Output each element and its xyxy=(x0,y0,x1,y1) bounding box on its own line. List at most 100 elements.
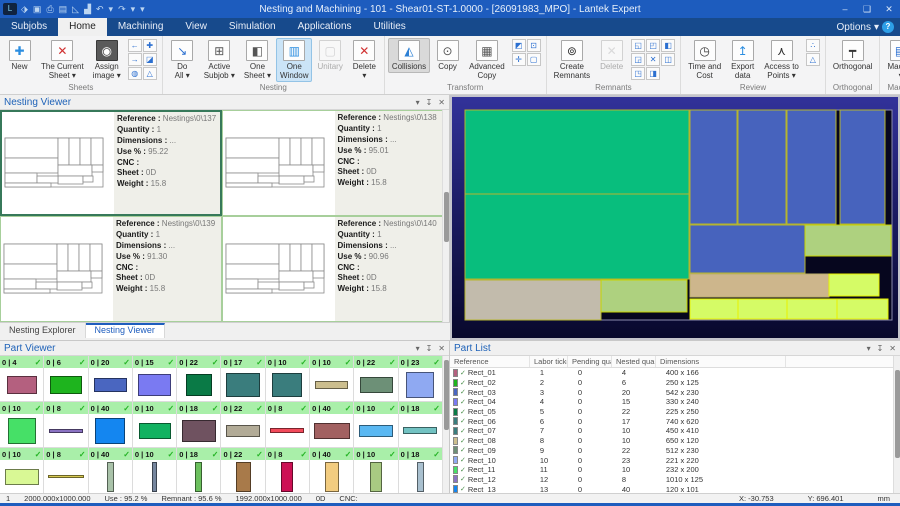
remnant-e-icon[interactable]: ✕ xyxy=(646,53,660,66)
save-icon[interactable]: ▣ xyxy=(33,4,42,15)
export-doc-icon[interactable]: ▤ xyxy=(59,4,68,15)
part-list-row[interactable]: ✓Rect_02206250 x 125 xyxy=(450,378,893,388)
part-list-row[interactable]: ✓Rect_088010650 x 120 xyxy=(450,436,893,446)
panel-menu-icon[interactable]: ▾ xyxy=(416,344,420,353)
options-menu[interactable]: Options xyxy=(837,22,871,33)
part-tile[interactable]: 0 | 40✓ xyxy=(89,402,133,448)
menu-tab-applications[interactable]: Applications xyxy=(287,18,363,36)
add-sheet-icon[interactable]: ✚ xyxy=(143,39,157,52)
column-header-spacer[interactable] xyxy=(786,356,893,367)
menu-tab-machining[interactable]: Machining xyxy=(107,18,175,36)
part-tile[interactable]: 0 | 10✓ xyxy=(0,402,44,448)
panel-menu-icon[interactable]: ▾ xyxy=(416,98,420,107)
pin-icon[interactable]: ↧ xyxy=(426,98,433,107)
part-list-row[interactable]: ✓Rect_066017740 x 620 xyxy=(450,416,893,426)
close-icon[interactable]: ✕ xyxy=(438,98,445,107)
tab-nesting-explorer[interactable]: Nesting Explorer xyxy=(0,323,86,338)
undo-icon[interactable]: ↶ xyxy=(96,4,104,15)
part-list-row[interactable]: ✓Rect_01104400 x 166 xyxy=(450,368,893,378)
move-icon[interactable]: ✛ xyxy=(512,53,526,66)
part-tile[interactable]: 0 | 10✓ xyxy=(0,448,44,494)
nested-part[interactable] xyxy=(787,299,837,319)
nested-part[interactable] xyxy=(465,280,601,320)
points-dots-icon[interactable]: ∴ xyxy=(806,39,820,52)
part-list-row[interactable]: ✓Rect_044015330 x 240 xyxy=(450,397,893,407)
orthogonal-button[interactable]: ┯Orthogonal xyxy=(829,38,877,73)
part-tile[interactable]: 0 | 10✓ xyxy=(354,448,398,494)
part-tile[interactable]: 0 | 40✓ xyxy=(310,448,354,494)
nested-part[interactable] xyxy=(690,110,737,224)
remnant-h-icon[interactable]: ◫ xyxy=(661,53,675,66)
nested-part[interactable] xyxy=(601,280,687,312)
column-header-reference[interactable]: Reference xyxy=(450,356,530,367)
print-icon[interactable]: ⎙ xyxy=(46,4,53,15)
part-tile[interactable]: 0 | 40✓ xyxy=(89,448,133,494)
part-viewer-scrollbar[interactable] xyxy=(442,356,449,494)
part-list-row[interactable]: ✓Rect_1111010232 x 200 xyxy=(450,465,893,475)
nesting-card[interactable]: Reference : Nestings\0\137Quantity : 1Di… xyxy=(0,110,222,216)
lock-icon[interactable]: △ xyxy=(143,67,157,80)
polygon-icon[interactable]: △ xyxy=(806,53,820,66)
nested-part[interactable] xyxy=(805,225,891,256)
part-list-scrollbar[interactable] xyxy=(893,356,900,494)
access-points-button[interactable]: ⋏Access toPoints ▾ xyxy=(760,38,803,82)
menu-tab-utilities[interactable]: Utilities xyxy=(363,18,417,36)
menu-tab-view[interactable]: View xyxy=(174,18,218,36)
menu-tab-home[interactable]: Home xyxy=(58,18,107,36)
remnant-d-icon[interactable]: ◰ xyxy=(646,39,660,52)
minimize-button[interactable]: – xyxy=(834,4,856,15)
export-data-button[interactable]: ↥Exportdata xyxy=(726,38,759,82)
column-header-labor-ticket[interactable]: Labor ticket xyxy=(530,356,568,367)
part-tile[interactable]: 0 | 10✓ xyxy=(354,402,398,448)
panel-menu-icon[interactable]: ▾ xyxy=(867,344,871,353)
part-tile[interactable]: 0 | 8✓ xyxy=(44,402,88,448)
remnant-b-icon[interactable]: ◲ xyxy=(631,53,645,66)
nested-part[interactable] xyxy=(690,225,805,273)
tab-nesting-viewer[interactable]: Nesting Viewer xyxy=(86,323,165,338)
close-icon[interactable]: ✕ xyxy=(438,344,445,353)
square-icon[interactable]: ▢ xyxy=(527,53,541,66)
nested-part[interactable] xyxy=(738,299,787,319)
close-icon[interactable]: ✕ xyxy=(889,344,896,353)
qat-customize[interactable]: ▾ xyxy=(140,4,145,15)
nesting-card[interactable]: Reference : Nestings\0\140Quantity : 1Di… xyxy=(222,216,444,322)
part-tile[interactable]: 0 | 18✓ xyxy=(399,448,443,494)
collisions-button[interactable]: ◭Collisions xyxy=(388,38,430,73)
prev-sheet-icon[interactable]: ← xyxy=(128,39,142,52)
advanced-copy-button[interactable]: ▦AdvancedCopy xyxy=(465,38,509,82)
part-tile[interactable]: 0 | 18✓ xyxy=(177,448,221,494)
part-tile[interactable]: 0 | 10✓ xyxy=(266,356,310,402)
chart-icon[interactable]: ▟ xyxy=(84,4,91,15)
part-tile[interactable]: 0 | 18✓ xyxy=(399,402,443,448)
pin-icon[interactable]: ↧ xyxy=(426,344,433,353)
new-button[interactable]: ✚New xyxy=(3,38,36,73)
column-header-pending-qua-[interactable]: Pending qua... xyxy=(568,356,612,367)
nesting-card[interactable]: Reference : Nestings\0\139Quantity : 1Di… xyxy=(0,216,222,322)
redo-icon[interactable]: ↷ xyxy=(118,4,126,15)
nested-part[interactable] xyxy=(738,110,786,224)
undo-caret[interactable]: ▾ xyxy=(109,4,114,15)
part-list-row[interactable]: ✓Rect_077010450 x 410 xyxy=(450,426,893,436)
globe-icon[interactable]: ◍ xyxy=(128,67,142,80)
paste-icon[interactable]: ⊡ xyxy=(527,39,541,52)
nesting-card[interactable]: Reference : Nestings\0\138Quantity : 1Di… xyxy=(222,110,444,216)
redo-caret[interactable]: ▾ xyxy=(131,4,136,15)
one-window-button[interactable]: ▥OneWindow xyxy=(276,38,312,82)
column-header-dimensions[interactable]: Dimensions xyxy=(656,356,786,367)
delete-nesting-button[interactable]: ✕Delete▾ xyxy=(348,38,381,82)
nesting-sheet-drawing[interactable] xyxy=(452,97,898,338)
part-list-row[interactable]: ✓Rect_033020542 x 230 xyxy=(450,387,893,397)
maximize-button[interactable]: ❑ xyxy=(856,4,878,15)
one-sheet-button[interactable]: ◧OneSheet ▾ xyxy=(240,38,275,82)
part-tile[interactable]: 0 | 18✓ xyxy=(177,402,221,448)
help-icon[interactable]: ? xyxy=(882,21,894,33)
nested-part[interactable] xyxy=(837,299,888,319)
part-tile[interactable]: 0 | 17✓ xyxy=(221,356,265,402)
part-tile[interactable]: 0 | 22✓ xyxy=(177,356,221,402)
part-tile[interactable]: 0 | 10✓ xyxy=(310,356,354,402)
do-all-button[interactable]: ↘DoAll ▾ xyxy=(166,38,199,82)
part-tile[interactable]: 0 | 22✓ xyxy=(221,402,265,448)
remnant-a-icon[interactable]: ◱ xyxy=(631,39,645,52)
nested-part[interactable] xyxy=(840,110,885,224)
nested-part[interactable] xyxy=(465,194,689,279)
